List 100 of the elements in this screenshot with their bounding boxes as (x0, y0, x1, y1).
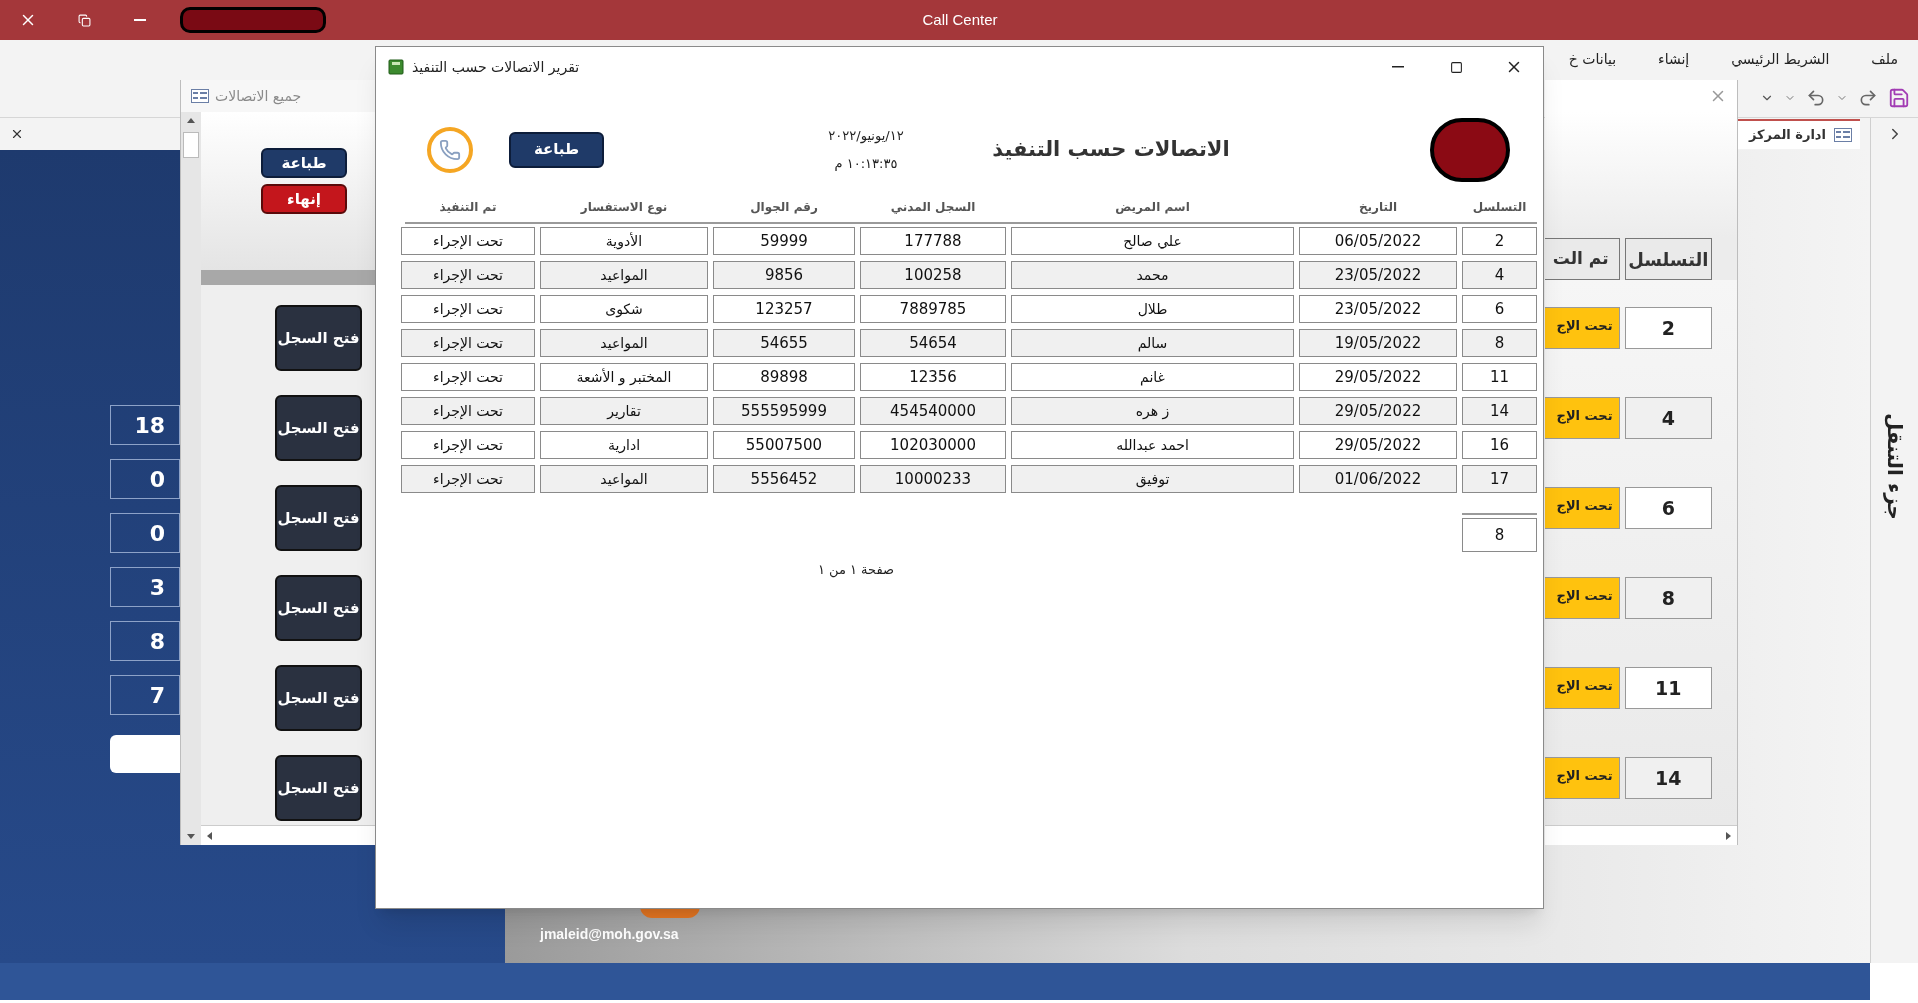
table-cell: 9856 (713, 261, 855, 289)
app-title: Call Center (922, 9, 998, 30)
table-cell: تحت الإجراء (401, 397, 535, 425)
table-cell: 177788 (860, 227, 1006, 255)
scroll-left-icon[interactable] (205, 830, 215, 841)
ribbon-tab[interactable]: ملف (1869, 48, 1900, 70)
count-field: 0 (110, 513, 180, 553)
book-icon (388, 59, 404, 75)
table-cell: تحت الإجراء (401, 465, 535, 493)
save-icon[interactable] (1888, 86, 1910, 109)
document-tab[interactable]: ادارة المركز (1738, 119, 1860, 149)
table-cell: ز هره (1011, 397, 1294, 425)
page-label: صفحة ١ من ١ (817, 561, 895, 580)
column-header: تم الت (1545, 238, 1620, 280)
status-field: تحت الإج (1545, 577, 1620, 619)
table-cell: 29/05/2022 (1299, 363, 1457, 391)
undo-icon[interactable] (1806, 87, 1826, 108)
table-cell: 5556452 (713, 465, 855, 493)
serial-field: 11 (1624, 667, 1712, 709)
table-cell: 54654 (860, 329, 1006, 357)
table-cell: 102030000 (860, 431, 1006, 459)
print-button[interactable]: طباعة (509, 131, 604, 168)
open-record-button[interactable]: فتح السجل (275, 395, 362, 461)
redo-icon[interactable] (1858, 87, 1878, 108)
navigation-pane[interactable]: جزء التنقل (1870, 118, 1918, 963)
open-record-button[interactable]: فتح السجل (275, 485, 362, 551)
minimize-icon (134, 19, 146, 21)
table-cell: 29/05/2022 (1299, 397, 1457, 425)
open-record-button[interactable]: فتح السجل (275, 755, 362, 821)
exit-button[interactable]: إنهاء (261, 184, 347, 214)
count-field: 8 (110, 621, 180, 661)
count-field: 18 (110, 405, 180, 445)
scroll-thumb[interactable] (183, 132, 199, 158)
table-cell: 06/05/2022 (1299, 227, 1457, 255)
table-cell: 555595999 (713, 397, 855, 425)
table-cell: شكوى (540, 295, 708, 323)
serial-field: 14 (1624, 757, 1712, 799)
table-cell: 01/06/2022 (1299, 465, 1457, 493)
table-cell: تحت الإجراء (401, 431, 535, 459)
phone-icon (427, 126, 473, 173)
close-icon[interactable] (10, 127, 24, 141)
column-header: تم التنفيذ (438, 199, 498, 216)
open-record-button[interactable]: فتح السجل (275, 665, 362, 731)
count-field: 8 (1462, 518, 1537, 552)
report-date: ١٢/يونيو/٢٠٢٢ (828, 127, 904, 146)
ribbon-tab[interactable]: إنشاء (1656, 48, 1692, 70)
scroll-down-icon[interactable] (186, 831, 196, 841)
table-cell: 55007500 (713, 431, 855, 459)
table-cell: تحت الإجراء (401, 227, 535, 255)
table-cell: 100258 (860, 261, 1006, 289)
serial-field: 2 (1624, 307, 1712, 349)
print-button[interactable]: طباعة (261, 148, 347, 178)
status-field: تحت الإج (1545, 307, 1620, 349)
scroll-right-icon[interactable] (1723, 830, 1733, 841)
report-time: ١٠:١٣:٣٥ م (834, 154, 898, 173)
open-record-button[interactable]: فتح السجل (275, 575, 362, 641)
table-cell: 8 (1462, 329, 1537, 357)
ribbon-tab[interactable]: بيانات خ (1566, 48, 1619, 70)
table-cell: المواعيد (540, 329, 708, 357)
table-cell: تحت الإجراء (401, 295, 535, 323)
table-cell: تحت الإجراء (401, 363, 535, 391)
table-cell: 7889785 (860, 295, 1006, 323)
table-cell: 6 (1462, 295, 1537, 323)
status-field: تحت الإج (1545, 757, 1620, 799)
column-header: السجل المدني (889, 199, 977, 216)
table-cell: 2 (1462, 227, 1537, 255)
status-field: تحت الإج (1545, 487, 1620, 529)
count-field: 7 (110, 675, 180, 715)
serial-field: 4 (1624, 397, 1712, 439)
table-cell: 17 (1462, 465, 1537, 493)
table-cell: 59999 (713, 227, 855, 255)
form-icon (191, 89, 209, 103)
ribbon-tab[interactable]: الشريط الرئيسي (1729, 48, 1832, 70)
column-header: رقم الجوال (749, 199, 819, 216)
table-cell: 23/05/2022 (1299, 261, 1457, 289)
table-cell: توفيق (1011, 465, 1294, 493)
report-heading: الاتصالات حسب التنفيذ (992, 135, 1230, 163)
open-record-button[interactable]: فتح السجل (275, 305, 362, 371)
scroll-up-icon[interactable] (186, 116, 196, 126)
status-field: تحت الإج (1545, 397, 1620, 439)
table-cell: 89898 (713, 363, 855, 391)
window-title: جميع الاتصالات (215, 86, 302, 107)
table-cell: تحت الإجراء (401, 329, 535, 357)
table-cell: المواعيد (540, 261, 708, 289)
email-text: jmaleid@moh.gov.sa (540, 925, 680, 944)
table-cell: 10000233 (860, 465, 1006, 493)
table-cell: المختبر و الأشعة (540, 363, 708, 391)
table-cell: 123257 (713, 295, 855, 323)
vertical-scrollbar[interactable] (181, 112, 201, 845)
table-cell: تقارير (540, 397, 708, 425)
table-cell: 23/05/2022 (1299, 295, 1457, 323)
table-cell: 19/05/2022 (1299, 329, 1457, 357)
table-cell: احمد عبدالله (1011, 431, 1294, 459)
table-cell: ادارية (540, 431, 708, 459)
table-cell: 29/05/2022 (1299, 431, 1457, 459)
serial-field: 6 (1624, 487, 1712, 529)
count-field: 0 (110, 459, 180, 499)
table-cell: 54655 (713, 329, 855, 357)
column-header: نوع الاستفسار (579, 199, 669, 216)
status-field: تحت الإج (1545, 667, 1620, 709)
